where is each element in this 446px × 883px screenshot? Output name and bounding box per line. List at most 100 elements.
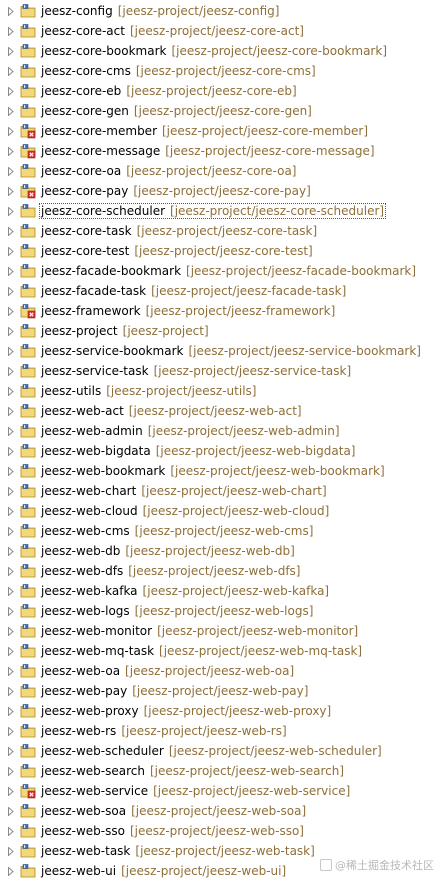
tree-item[interactable]: jeesz-framework [jeesz-project/jeesz-fram… <box>0 301 446 321</box>
tree-item-label[interactable]: jeesz-web-scheduler [jeesz-project/jeesz-… <box>40 744 383 758</box>
chevron-right-icon[interactable] <box>6 301 16 321</box>
tree-item[interactable]: jeesz-config [jeesz-project/jeesz-config] <box>0 1 446 21</box>
tree-item[interactable]: jeesz-web-sso [jeesz-project/jeesz-web-ss… <box>0 821 446 841</box>
tree-item-label[interactable]: jeesz-framework [jeesz-project/jeesz-fram… <box>40 304 336 318</box>
chevron-right-icon[interactable] <box>6 681 16 701</box>
chevron-right-icon[interactable] <box>6 441 16 461</box>
chevron-right-icon[interactable] <box>6 221 16 241</box>
tree-item[interactable]: jeesz-core-member [jeesz-project/jeesz-co… <box>0 121 446 141</box>
tree-item-label[interactable]: jeesz-web-kafka [jeesz-project/jeesz-web-… <box>40 584 330 598</box>
chevron-right-icon[interactable] <box>6 861 16 881</box>
tree-item-label[interactable]: jeesz-web-bookmark [jeesz-project/jeesz-w… <box>40 464 386 478</box>
tree-item-label[interactable]: jeesz-core-act [jeesz-project/jeesz-core-… <box>40 24 305 38</box>
tree-item-label[interactable]: jeesz-web-oa [jeesz-project/jeesz-web-oa] <box>40 664 295 678</box>
chevron-right-icon[interactable] <box>6 821 16 841</box>
chevron-right-icon[interactable] <box>6 801 16 821</box>
tree-item-label[interactable]: jeesz-web-cloud [jeesz-project/jeesz-web-… <box>40 504 330 518</box>
chevron-right-icon[interactable] <box>6 661 16 681</box>
chevron-right-icon[interactable] <box>6 621 16 641</box>
chevron-right-icon[interactable] <box>6 181 16 201</box>
tree-item-label[interactable]: jeesz-web-ui [jeesz-project/jeesz-web-ui] <box>40 864 287 878</box>
tree-item-label[interactable]: jeesz-web-service [jeesz-project/jeesz-we… <box>40 784 351 798</box>
tree-item[interactable]: jeesz-web-db [jeesz-project/jeesz-web-db] <box>0 541 446 561</box>
tree-item-label[interactable]: jeesz-web-chart [jeesz-project/jeesz-web-… <box>40 484 328 498</box>
chevron-right-icon[interactable] <box>6 161 16 181</box>
tree-item[interactable]: jeesz-web-chart [jeesz-project/jeesz-web-… <box>0 481 446 501</box>
tree-item-label[interactable]: jeesz-web-sso [jeesz-project/jeesz-web-ss… <box>40 824 305 838</box>
tree-item-label[interactable]: jeesz-core-cms [jeesz-project/jeesz-core-… <box>40 64 317 78</box>
tree-item-label[interactable]: jeesz-core-message [jeesz-project/jeesz-c… <box>40 144 376 158</box>
tree-item-label[interactable]: jeesz-web-act [jeesz-project/jeesz-web-ac… <box>40 404 303 418</box>
chevron-right-icon[interactable] <box>6 81 16 101</box>
chevron-right-icon[interactable] <box>6 641 16 661</box>
chevron-right-icon[interactable] <box>6 461 16 481</box>
tree-item[interactable]: jeesz-web-dfs [jeesz-project/jeesz-web-df… <box>0 561 446 581</box>
tree-item-label[interactable]: jeesz-web-mq-task [jeesz-project/jeesz-we… <box>40 644 363 658</box>
tree-item[interactable]: jeesz-core-act [jeesz-project/jeesz-core-… <box>0 21 446 41</box>
tree-item-label[interactable]: jeesz-web-search [jeesz-project/jeesz-web… <box>40 764 345 778</box>
chevron-right-icon[interactable] <box>6 781 16 801</box>
tree-item-label[interactable]: jeesz-core-eb [jeesz-project/jeesz-core-e… <box>40 84 298 98</box>
chevron-right-icon[interactable] <box>6 841 16 861</box>
tree-item-label[interactable]: jeesz-web-bigdata [jeesz-project/jeesz-we… <box>40 444 357 458</box>
tree-item[interactable]: jeesz-facade-bookmark [jeesz-project/jees… <box>0 261 446 281</box>
chevron-right-icon[interactable] <box>6 581 16 601</box>
tree-item[interactable]: jeesz-core-oa [jeesz-project/jeesz-core-o… <box>0 161 446 181</box>
tree-item[interactable]: jeesz-web-proxy [jeesz-project/jeesz-web-… <box>0 701 446 721</box>
tree-item[interactable]: jeesz-core-test [jeesz-project/jeesz-core… <box>0 241 446 261</box>
tree-item[interactable]: jeesz-core-eb [jeesz-project/jeesz-core-e… <box>0 81 446 101</box>
tree-item-label[interactable]: jeesz-web-cms [jeesz-project/jeesz-web-cm… <box>40 524 314 538</box>
tree-item[interactable]: jeesz-web-act [jeesz-project/jeesz-web-ac… <box>0 401 446 421</box>
tree-item[interactable]: jeesz-web-rs [jeesz-project/jeesz-web-rs] <box>0 721 446 741</box>
tree-item-label[interactable]: jeesz-service-bookmark [jeesz-project/jee… <box>40 344 422 358</box>
chevron-right-icon[interactable] <box>6 701 16 721</box>
tree-item-label[interactable]: jeesz-web-dfs [jeesz-project/jeesz-web-df… <box>40 564 301 578</box>
tree-item-label[interactable]: jeesz-web-logs [jeesz-project/jeesz-web-l… <box>40 604 314 618</box>
chevron-right-icon[interactable] <box>6 361 16 381</box>
tree-item[interactable]: jeesz-web-cms [jeesz-project/jeesz-web-cm… <box>0 521 446 541</box>
tree-item-label[interactable]: jeesz-web-monitor [jeesz-project/jeesz-we… <box>40 624 359 638</box>
tree-item[interactable]: jeesz-core-scheduler [jeesz-project/jeesz… <box>0 201 446 221</box>
tree-item-label[interactable]: jeesz-web-db [jeesz-project/jeesz-web-db] <box>40 544 296 558</box>
chevron-right-icon[interactable] <box>6 761 16 781</box>
tree-item[interactable]: jeesz-web-monitor [jeesz-project/jeesz-we… <box>0 621 446 641</box>
tree-item[interactable]: jeesz-web-scheduler [jeesz-project/jeesz-… <box>0 741 446 761</box>
tree-item[interactable]: jeesz-web-mq-task [jeesz-project/jeesz-we… <box>0 641 446 661</box>
chevron-right-icon[interactable] <box>6 1 16 21</box>
tree-item-label[interactable]: jeesz-web-admin [jeesz-project/jeesz-web-… <box>40 424 341 438</box>
tree-item[interactable]: jeesz-web-bigdata [jeesz-project/jeesz-we… <box>0 441 446 461</box>
chevron-right-icon[interactable] <box>6 601 16 621</box>
tree-item[interactable]: jeesz-web-oa [jeesz-project/jeesz-web-oa] <box>0 661 446 681</box>
chevron-right-icon[interactable] <box>6 501 16 521</box>
chevron-right-icon[interactable] <box>6 241 16 261</box>
tree-item-label[interactable]: jeesz-core-task [jeesz-project/jeesz-core… <box>40 224 318 238</box>
tree-item-label[interactable]: jeesz-web-pay [jeesz-project/jeesz-web-pa… <box>40 684 309 698</box>
tree-item-label[interactable]: jeesz-web-proxy [jeesz-project/jeesz-web-… <box>40 704 332 718</box>
chevron-right-icon[interactable] <box>6 481 16 501</box>
tree-item[interactable]: jeesz-facade-task [jeesz-project/jeesz-fa… <box>0 281 446 301</box>
tree-item[interactable]: jeesz-service-task [jeesz-project/jeesz-s… <box>0 361 446 381</box>
tree-item[interactable]: jeesz-core-cms [jeesz-project/jeesz-core-… <box>0 61 446 81</box>
chevron-right-icon[interactable] <box>6 61 16 81</box>
tree-item-label[interactable]: jeesz-web-task [jeesz-project/jeesz-web-t… <box>40 844 316 858</box>
chevron-right-icon[interactable] <box>6 261 16 281</box>
tree-item-label[interactable]: jeesz-core-oa [jeesz-project/jeesz-core-o… <box>40 164 298 178</box>
tree-item[interactable]: jeesz-core-task [jeesz-project/jeesz-core… <box>0 221 446 241</box>
tree-item[interactable]: jeesz-web-search [jeesz-project/jeesz-web… <box>0 761 446 781</box>
chevron-right-icon[interactable] <box>6 741 16 761</box>
chevron-right-icon[interactable] <box>6 561 16 581</box>
chevron-right-icon[interactable] <box>6 101 16 121</box>
tree-item-label[interactable]: jeesz-project [jeesz-project] <box>40 324 210 338</box>
tree-item[interactable]: jeesz-core-gen [jeesz-project/jeesz-core-… <box>0 101 446 121</box>
tree-item-label[interactable]: jeesz-core-test [jeesz-project/jeesz-core… <box>40 244 314 258</box>
chevron-right-icon[interactable] <box>6 41 16 61</box>
tree-item-label[interactable]: jeesz-facade-task [jeesz-project/jeesz-fa… <box>40 284 347 298</box>
chevron-right-icon[interactable] <box>6 121 16 141</box>
tree-item[interactable]: jeesz-web-kafka [jeesz-project/jeesz-web-… <box>0 581 446 601</box>
tree-item[interactable]: jeesz-web-logs [jeesz-project/jeesz-web-l… <box>0 601 446 621</box>
tree-item-label[interactable]: jeesz-utils [jeesz-project/jeesz-utils] <box>40 384 257 398</box>
chevron-right-icon[interactable] <box>6 321 16 341</box>
tree-item[interactable]: jeesz-core-bookmark [jeesz-project/jeesz-… <box>0 41 446 61</box>
tree-item[interactable]: jeesz-core-pay [jeesz-project/jeesz-core-… <box>0 181 446 201</box>
tree-item-label[interactable]: jeesz-service-task [jeesz-project/jeesz-s… <box>40 364 352 378</box>
